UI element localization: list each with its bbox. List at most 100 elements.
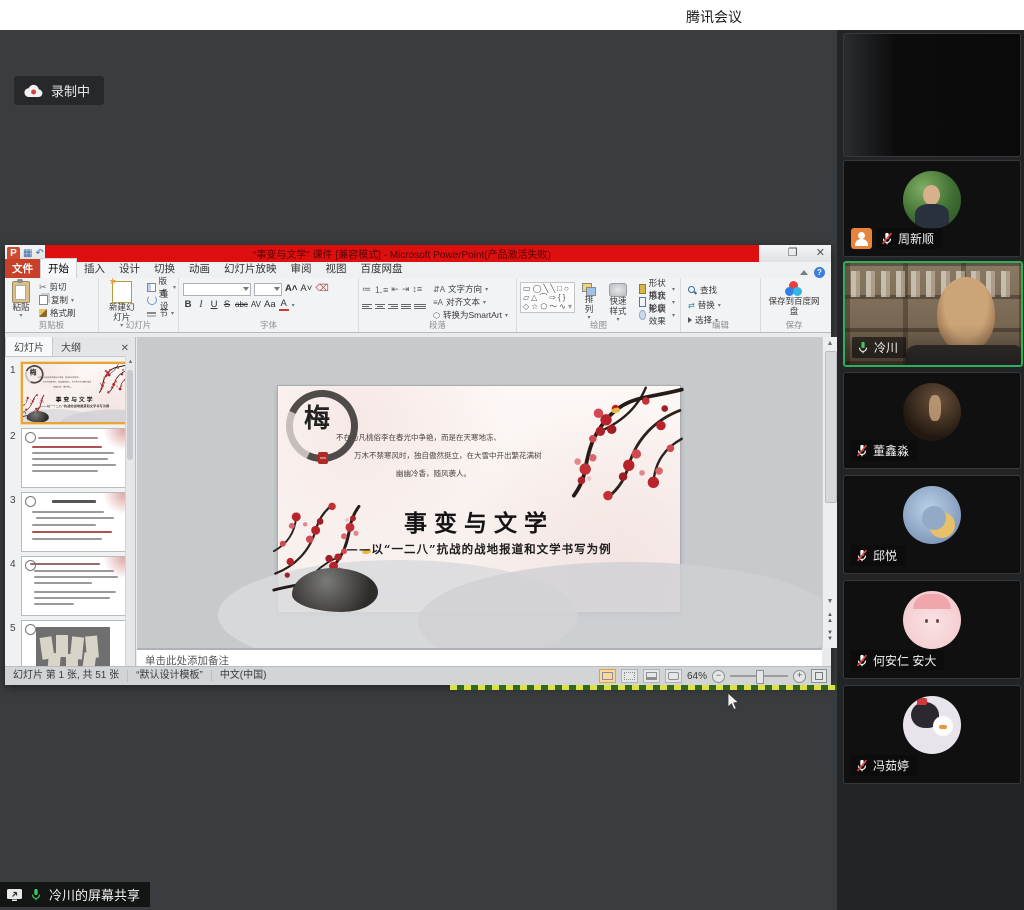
normal-view-button[interactable]: [599, 669, 616, 683]
arrange-button[interactable]: 排列▾: [579, 282, 599, 322]
slide-thumbnail-3[interactable]: [21, 492, 127, 552]
tab-review[interactable]: 审阅: [284, 259, 319, 278]
section-button[interactable]: 节▾: [145, 307, 178, 319]
reading-view-button[interactable]: [643, 669, 660, 683]
italic-button[interactable]: I: [196, 299, 206, 311]
close-button[interactable]: ✕: [816, 246, 825, 259]
save-to-netdisk-button[interactable]: 保存到百度网盘: [762, 280, 826, 318]
slide-thumbnail-1[interactable]: 梅 不在与凡桃俗李在春光中争艳，而是在天寒地冻、 万木不禁寒风时，独自傲然挺立，…: [21, 362, 129, 424]
slide-scrollbar[interactable]: ▲ ▼ ▲▲ ▼▼: [822, 337, 837, 648]
participants-panel: 周新顺 冷川: [837, 30, 1024, 910]
slide-sorter-view-button[interactable]: [621, 669, 638, 683]
participant-tile-partial[interactable]: [843, 33, 1021, 157]
shapes-gallery[interactable]: ▭◯╲╲□○ ▱△⌒⇨{} ◇☆⬠〜∿▾: [520, 282, 575, 313]
participant-name: 周新顺: [898, 230, 934, 247]
tab-design[interactable]: 设计: [112, 259, 147, 278]
character-spacing-button[interactable]: AV: [251, 299, 261, 311]
ribbon-group-drawing: ▭◯╲╲□○ ▱△⌒⇨{} ◇☆⬠〜∿▾ 排列▾ 快速样式▾: [517, 278, 681, 332]
zoom-slider[interactable]: [730, 675, 788, 677]
align-text-button[interactable]: ≡A 对齐文本▾: [431, 296, 510, 308]
tab-insert[interactable]: 插入: [77, 259, 112, 278]
slideshow-view-button[interactable]: [665, 669, 682, 683]
slide-canvas[interactable]: 梅 不在与凡桃俗李在春光中争艳，而是在天寒地冻、 万木不禁寒风时，独自傲然挺立，…: [278, 386, 680, 612]
shrink-font-button[interactable]: A˅: [300, 283, 312, 295]
slides-panel: 幻灯片 大纲 ✕ 1 梅 不在与凡桃俗李在春光中争艳，而是在天寒地冻、 万木不禁…: [5, 337, 136, 666]
font-name-select[interactable]: [183, 283, 251, 296]
tab-slideshow[interactable]: 幻灯片放映: [217, 259, 284, 278]
participant-tile-dongxinmiao[interactable]: 董鑫淼: [843, 372, 1021, 469]
change-case-button[interactable]: Aa: [264, 299, 276, 311]
help-icon[interactable]: ?: [814, 267, 825, 278]
participant-name: 何安仁 安大: [873, 652, 936, 669]
zoom-in-button[interactable]: +: [793, 670, 806, 683]
slide-thumbnail-2[interactable]: [21, 428, 127, 488]
mic-muted-icon: [855, 758, 869, 773]
participant-tile-zhouxinshun[interactable]: 周新顺: [843, 160, 1021, 257]
align-center-icon[interactable]: [375, 304, 385, 309]
slide-editing-area[interactable]: 梅 不在与凡桃俗李在春光中争艳，而是在天寒地冻、 万木不禁寒风时，独自傲然挺立，…: [137, 337, 822, 648]
panel-tab-slides[interactable]: 幻灯片: [5, 337, 53, 356]
line-spacing-icon[interactable]: ↕≡: [412, 284, 422, 294]
paste-button[interactable]: 粘贴▾: [9, 280, 33, 321]
tab-baidu-netdisk[interactable]: 百度网盘: [354, 259, 410, 278]
align-left-icon[interactable]: [362, 304, 372, 309]
underline-button[interactable]: U: [209, 299, 219, 311]
scroll-up-icon[interactable]: ▲: [823, 337, 837, 350]
ribbon-group-clipboard: 粘贴▾ ✂ 剪切 复制▾: [5, 278, 99, 332]
participant-tile-fengruting[interactable]: 冯茹婷: [843, 685, 1021, 784]
slide-thumbnail-4[interactable]: [21, 556, 127, 616]
reset-button[interactable]: 重设: [145, 294, 178, 306]
scrollbar-thumb[interactable]: [825, 351, 837, 503]
avatar: [903, 383, 961, 441]
font-size-select[interactable]: [254, 283, 282, 296]
format-painter-button[interactable]: 格式刷: [37, 307, 78, 319]
tab-animations[interactable]: 动画: [182, 259, 217, 278]
panel-scrollbar[interactable]: ▲: [125, 356, 135, 666]
next-slide-button[interactable]: ▼▼: [823, 630, 837, 644]
indent-increase-icon[interactable]: ⇥: [402, 284, 410, 295]
find-button[interactable]: 查找: [686, 284, 723, 296]
tab-file[interactable]: 文件: [5, 259, 40, 278]
slide-counter: 幻灯片 第 1 张, 共 51 张: [5, 670, 128, 682]
collapse-ribbon-icon[interactable]: [800, 270, 808, 275]
replace-button[interactable]: ⇄ 替换▾: [686, 299, 723, 311]
group-label-save: 保存: [761, 319, 827, 331]
participant-tile-qiuyue[interactable]: 邱悦: [843, 475, 1021, 574]
group-label-clipboard: 剪贴板: [5, 319, 98, 331]
restore-button[interactable]: ❐: [788, 246, 798, 259]
recording-badge[interactable]: 录制中: [14, 76, 104, 105]
zoom-out-button[interactable]: −: [712, 670, 725, 683]
screen-share-banner: 冷川的屏幕共享: [0, 882, 150, 907]
bold-button[interactable]: B: [183, 299, 193, 311]
screen-share-region: 录制中 P ▦ ↶ ↻ ▾ “事变与文学” 课件 [兼容模式] - Micros…: [0, 30, 837, 910]
grow-font-button[interactable]: A˄: [285, 283, 297, 295]
abc-strike-button[interactable]: abc: [235, 299, 248, 311]
previous-slide-button[interactable]: ▲▲: [823, 612, 837, 626]
zoom-slider-thumb[interactable]: [756, 670, 764, 684]
copy-button[interactable]: 复制▾: [37, 294, 78, 306]
text-direction-button[interactable]: ⇵A 文字方向▾: [431, 283, 510, 295]
strikethrough-button[interactable]: S: [222, 299, 232, 311]
clear-formatting-button[interactable]: ⌫: [315, 283, 328, 295]
tab-view[interactable]: 视图: [319, 259, 354, 278]
columns-icon[interactable]: [414, 304, 426, 309]
cut-button[interactable]: ✂ 剪切: [37, 281, 78, 293]
panel-close-icon[interactable]: ✕: [115, 341, 135, 356]
participant-tile-lengchuan[interactable]: 冷川: [843, 261, 1023, 367]
cloud-recording-icon: [24, 84, 43, 98]
find-icon: [688, 286, 697, 295]
panel-tab-outline[interactable]: 大纲: [53, 337, 89, 356]
indent-decrease-icon[interactable]: ⇤: [391, 284, 399, 295]
fit-to-window-button[interactable]: [811, 669, 827, 683]
notes-pane[interactable]: 单击此处添加备注: [137, 648, 822, 668]
align-right-icon[interactable]: [388, 304, 398, 309]
bullets-icon[interactable]: ≔: [362, 284, 371, 295]
tab-home[interactable]: 开始: [40, 258, 77, 278]
numbering-icon[interactable]: ⒈≡: [374, 283, 388, 296]
slide-thumbnail-5[interactable]: [21, 620, 127, 666]
paste-icon: [12, 281, 30, 303]
scroll-down-icon[interactable]: ▼: [823, 595, 837, 608]
participant-tile-heanren[interactable]: 何安仁 安大: [843, 580, 1021, 679]
font-color-button[interactable]: A: [279, 299, 289, 311]
justify-icon[interactable]: [401, 304, 411, 309]
